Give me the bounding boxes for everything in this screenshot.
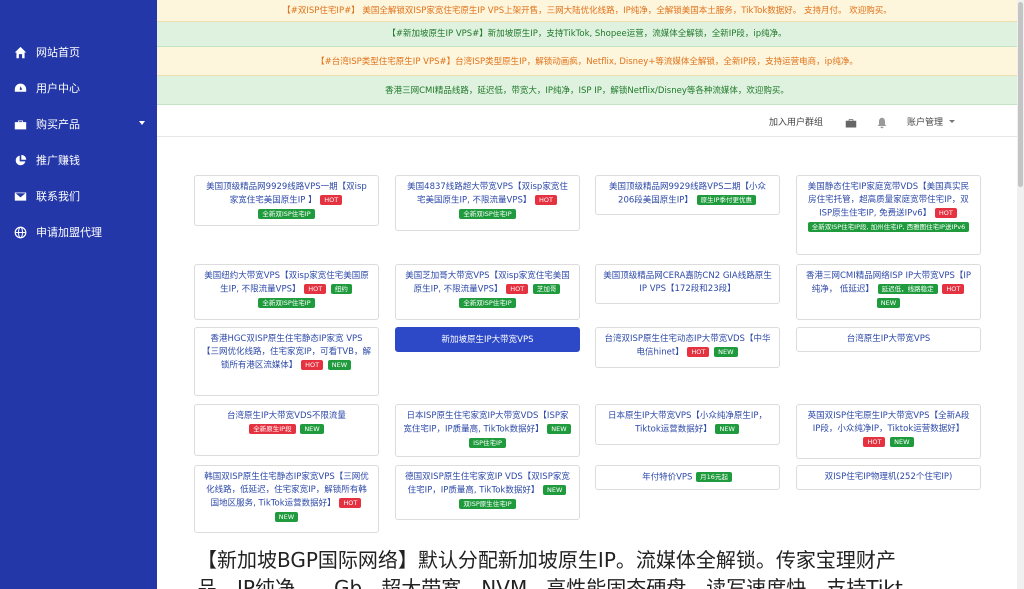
product-title: 台湾原生IP大带宽VPS xyxy=(846,334,931,344)
status-badge: HOT xyxy=(687,347,710,357)
sidebar-item-label: 网站首页 xyxy=(36,46,80,59)
status-badge: NEW xyxy=(300,424,324,434)
product-title: 年付特价VPS xyxy=(642,472,693,483)
product-card[interactable]: 台湾原生IP大带宽VDS不限流量 全新原生IP段 NEW xyxy=(194,404,379,456)
home-icon xyxy=(13,45,27,59)
status-badge: ISP住宅IP xyxy=(469,437,506,448)
status-badge: 全新双ISP住宅IP段, 加州住宅IP, 西雅图住宅IP送IPv6 xyxy=(807,221,970,232)
notice-banner: 【#双ISP住宅IP#】 美国全解锁双ISP家宽住宅原生IP VPS上架开售，三… xyxy=(157,0,1017,22)
sidebar-item-contact[interactable]: 联系我们 xyxy=(0,178,157,214)
join-group-link[interactable]: 加入用户群组 xyxy=(769,115,823,128)
description-line: 【新加坡BGP国际网络】默认分配新加坡原生IP。流媒体全解锁。传家宝理财产 xyxy=(197,548,896,572)
product-title: 美国顶级精品网9929线路VPS一期【双isp家宽住宅美国原生IP 】 xyxy=(206,182,367,206)
notice-banner: 【#台湾ISP类型住宅原生IP VPS#】台湾ISP类型原生IP，解锁动画疯，N… xyxy=(157,47,1017,76)
sidebar-item-buy-products[interactable]: 购买产品 xyxy=(0,106,157,142)
status-badge: HOT xyxy=(863,437,886,447)
pie-chart-icon xyxy=(13,153,27,167)
status-badge: NEW xyxy=(890,437,914,447)
status-badge: NEW xyxy=(715,424,739,434)
status-badge: 全新双ISP住宅IP xyxy=(258,208,315,219)
product-card[interactable]: 美国静态住宅IP家庭宽带VDS【美国真实民房住宅托管，超高质量家庭宽带住宅IP，… xyxy=(796,175,981,255)
sidebar: 网站首页 用户中心 购买产品 推广赚钱 联系我们 申请加盟代理 xyxy=(0,0,157,589)
product-card[interactable]: 美国顶级精品网9929线路VPS一期【双isp家宽住宅美国原生IP 】 HOT … xyxy=(194,175,379,226)
product-card[interactable]: 美国芝加哥大带宽VPS【双isp家宽住宅美国原生IP, 不限流量VPS】 HOT… xyxy=(395,264,580,320)
bell-icon[interactable] xyxy=(876,114,888,129)
dashboard-icon xyxy=(13,81,27,95)
product-title: 日本原生IP大带宽VPS【小众纯净原生IP，Tiktok运营数据好】 xyxy=(607,411,768,435)
status-badge: HOT xyxy=(304,284,327,294)
status-badge: 月16元起 xyxy=(696,472,732,482)
sidebar-item-promote[interactable]: 推广赚钱 xyxy=(0,142,157,178)
status-badge: NEW xyxy=(876,297,901,308)
status-badge: HOT xyxy=(535,195,558,205)
status-badge: HOT xyxy=(934,208,957,218)
status-badge: 全新双ISP住宅IP xyxy=(258,297,315,308)
product-card[interactable]: 德国双ISP原生住宅家宽IP VDS【双ISP家宽住宅IP，IP质量高, Tik… xyxy=(395,465,580,520)
status-badge: NEW xyxy=(327,360,352,370)
product-title: 新加坡原生IP大带宽VPS xyxy=(441,335,534,345)
status-badge: NEW xyxy=(547,424,571,434)
product-card[interactable]: 香港HGC双ISP原生住宅静态IP家宽 VPS【三网优化线路，住宅家宽IP，可看… xyxy=(194,327,379,396)
product-card[interactable]: 台湾双ISP原生住宅动态IP大带宽VDS【中华电信hinet】 HOT NEW xyxy=(595,327,780,368)
status-badge: NEW xyxy=(714,347,738,357)
sidebar-item-home[interactable]: 网站首页 xyxy=(0,34,157,70)
description-line: 品，IP纯净，...Gb...超大带宽，NVM...高性能固态硬盘，读写速度快，… xyxy=(197,576,922,589)
product-card[interactable]: 韩国双ISP原生住宅静态IP家宽VPS【三网优化线路，低延迟，住宅家宽IP，解锁… xyxy=(194,465,379,533)
status-badge: 延迟低，线路稳定 xyxy=(877,284,938,294)
product-card[interactable]: 美国4837线路超大带宽VPS【双isp家宽住宅美国原生IP, 不限流量VPS】… xyxy=(395,175,580,231)
status-badge: NEW xyxy=(543,485,567,495)
notice-banner: 【#新加坡原生IP VPS#】新加坡原生IP，支持TikTok, Shopee运… xyxy=(157,22,1017,47)
status-badge: 全新双ISP住宅IP xyxy=(459,208,516,219)
product-card[interactable]: 日本ISP原生住宅家宽IP大带宽VDS【ISP家宽住宅IP，IP质量高, Tik… xyxy=(395,404,580,457)
briefcase-icon[interactable] xyxy=(845,114,857,128)
product-title: 美国顶级精品网CERA嘉防CN2 GIA线路原生IP VPS【172段和23段】 xyxy=(603,271,772,294)
sidebar-item-label: 联系我们 xyxy=(36,190,80,203)
sidebar-item-label: 推广赚钱 xyxy=(36,154,80,167)
product-title: 日本ISP原生住宅家宽IP大带宽VDS【ISP家宽住宅IP，IP质量高, Tik… xyxy=(403,411,569,435)
scrollbar[interactable] xyxy=(1017,0,1024,589)
product-card[interactable]: 美国顶级精品网9929线路VPS二期【小众206段美国原生IP】 原生IP季付更… xyxy=(595,175,780,215)
status-badge: 原生IP季付更优惠 xyxy=(696,195,756,205)
status-badge: NEW xyxy=(274,511,299,522)
product-title: 台湾原生IP大带宽VDS不限流量 xyxy=(227,411,346,421)
sidebar-item-label: 用户中心 xyxy=(36,82,80,95)
chevron-down-icon xyxy=(949,120,955,123)
scrollbar-thumb[interactable] xyxy=(1018,2,1023,187)
product-card[interactable]: 双ISP住宅IP物理机(252个住宅IP) xyxy=(796,465,981,490)
product-title: 双ISP住宅IP物理机(252个住宅IP) xyxy=(824,472,953,482)
notice-banner: 香港三网CMI精品线路，延迟低，带宽大，IP纯净，ISP IP，解锁Netfli… xyxy=(157,76,1017,105)
briefcase-icon xyxy=(13,117,27,131)
envelope-icon xyxy=(13,189,27,203)
status-badge: 全新原生IP段 xyxy=(249,424,296,434)
product-card[interactable]: 台湾原生IP大带宽VPS xyxy=(796,327,981,352)
product-card[interactable]: 新加坡原生IP大带宽VPS xyxy=(395,327,580,352)
status-badge: 双ISP原生住宅IP xyxy=(459,498,516,509)
sidebar-item-user-center[interactable]: 用户中心 xyxy=(0,70,157,106)
status-badge: 纽约 xyxy=(330,284,352,294)
chevron-down-icon xyxy=(139,121,145,125)
product-card[interactable]: 美国纽约大带宽VPS【双isp家宽住宅美国原生IP, 不限流量VPS】 HOT … xyxy=(194,264,379,320)
status-badge: HOT xyxy=(320,195,343,205)
product-card[interactable]: 美国顶级精品网CERA嘉防CN2 GIA线路原生IP VPS【172段和23段】 xyxy=(595,264,780,304)
product-card[interactable]: 香港三网CMI精品网络ISP IP大带宽VPS【IP纯净， 低延迟】 延迟低，线… xyxy=(796,264,981,320)
product-card[interactable]: 年付特价VPS 月16元起 xyxy=(595,465,780,490)
status-badge: HOT xyxy=(339,498,362,508)
status-badge: HOT xyxy=(506,284,529,294)
product-description: 【新加坡BGP国际网络】默认分配新加坡原生IP。流媒体全解锁。传家宝理财产 品，… xyxy=(197,546,987,589)
status-badge: HOT xyxy=(301,360,324,370)
status-badge: 芝加哥 xyxy=(532,284,561,294)
status-badge: HOT xyxy=(942,284,965,294)
sidebar-item-label: 申请加盟代理 xyxy=(36,226,102,239)
top-toolbar: 加入用户群组 账户管理 xyxy=(157,104,1017,137)
product-card[interactable]: 日本原生IP大带宽VPS【小众纯净原生IP，Tiktok运营数据好】 NEW xyxy=(595,404,780,445)
product-title: 英国双ISP住宅原生IP大带宽VPS【全新A段IP段，小众纯净IP，Tiktok… xyxy=(807,411,970,434)
product-card[interactable]: 英国双ISP住宅原生IP大带宽VPS【全新A段IP段，小众纯净IP，Tiktok… xyxy=(796,404,981,459)
main-content: 【#双ISP住宅IP#】 美国全解锁双ISP家宽住宅原生IP VPS上架开售，三… xyxy=(157,0,1017,589)
sidebar-item-label: 购买产品 xyxy=(36,118,80,131)
globe-icon xyxy=(13,225,27,239)
sidebar-item-agent[interactable]: 申请加盟代理 xyxy=(0,214,157,250)
account-menu[interactable]: 账户管理 xyxy=(907,115,943,128)
status-badge: 全新双ISP住宅IP xyxy=(459,297,516,308)
